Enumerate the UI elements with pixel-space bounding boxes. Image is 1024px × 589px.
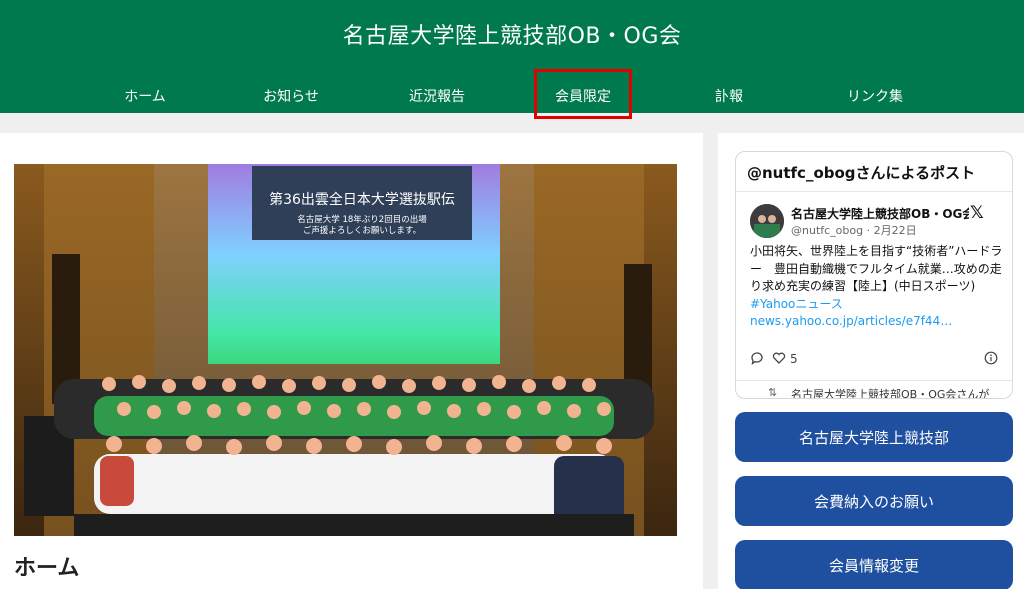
embed-header: @nutfc_obogさんによるポスト [736,152,1012,192]
tweet-actions: 5 [750,351,1000,369]
avatar[interactable] [750,204,784,238]
nav-highlight-box [534,69,632,119]
retweet-row: ⇅ 名古屋大学陸上競技部OB・OG会さんが [736,380,1012,399]
club-link-button[interactable]: 名古屋大学陸上競技部 [735,412,1013,462]
site-title[interactable]: 名古屋大学陸上競技部OB・OG会 [0,18,1024,50]
tweet-body: 小田将矢、世界陸上を目指す“技術者”ハードラー 豊田自動織機でフルタイム就業…攻… [750,244,1003,293]
nav-links[interactable]: リンク集 [815,86,935,106]
main-nav: ホーム お知らせ 近況報告 会員限定 訃報 リンク集 [0,84,1024,110]
screen-subtitle-2: ご声援よろしくお願いします。 [303,225,421,236]
nav-updates[interactable]: 近況報告 [377,86,497,106]
nav-news[interactable]: お知らせ [231,86,351,106]
nav-obituary[interactable]: 訃報 [669,86,789,106]
page-heading: ホーム [14,556,80,581]
tweet-text: 小田将矢、世界陸上を目指す“技術者”ハードラー 豊田自動織機でフルタイム就業…攻… [750,243,1006,331]
screen-subtitle-1: 名古屋大学 18年ぶり2回目の出場 [297,214,427,225]
twitter-embed: @nutfc_obogさんによるポスト 名古屋大学陸上競技部OB・OG会 @nu… [735,151,1013,399]
like-icon[interactable] [772,351,786,368]
tweet-author-name[interactable]: 名古屋大学陸上競技部OB・OG会 [791,205,969,222]
info-icon[interactable] [984,351,998,368]
retweet-text: 名古屋大学陸上競技部OB・OG会さんが [791,388,990,399]
reply-icon[interactable] [750,351,764,368]
tweet[interactable]: 名古屋大学陸上競技部OB・OG会 @nutfc_obog · 2月22日 𝕏 小… [736,193,1012,379]
team-photo: 第36出雲全日本大学選抜駅伝 名古屋大学 18年ぶり2回目の出場 ご声援よろしく… [14,164,677,536]
retweet-icon: ⇅ [768,386,778,399]
member-info-change-button[interactable]: 会員情報変更 [735,540,1013,589]
membership-fee-button[interactable]: 会費納入のお願い [735,476,1013,526]
embed-header-title[interactable]: @nutfc_obogさんによるポスト [747,162,975,183]
team-photo-illustration: 第36出雲全日本大学選抜駅伝 名古屋大学 18年ぶり2回目の出場 ご声援よろしく… [14,164,677,536]
site-header: 名古屋大学陸上競技部OB・OG会 ホーム お知らせ 近況報告 会員限定 訃報 リ… [0,0,1024,113]
like-count: 5 [790,352,798,366]
main-content: 第36出雲全日本大学選抜駅伝 名古屋大学 18年ぶり2回目の出場 ご声援よろしく… [0,133,703,589]
tweet-hashtag[interactable]: #Yahooニュース [750,296,1006,314]
screen-title: 第36出雲全日本大学選抜駅伝 [269,191,455,208]
x-logo-icon[interactable]: 𝕏 [970,203,984,223]
tweet-handle-date[interactable]: @nutfc_obog · 2月22日 [791,222,917,238]
tweet-link[interactable]: news.yahoo.co.jp/articles/e7f44… [750,313,1006,331]
nav-home[interactable]: ホーム [85,86,205,106]
